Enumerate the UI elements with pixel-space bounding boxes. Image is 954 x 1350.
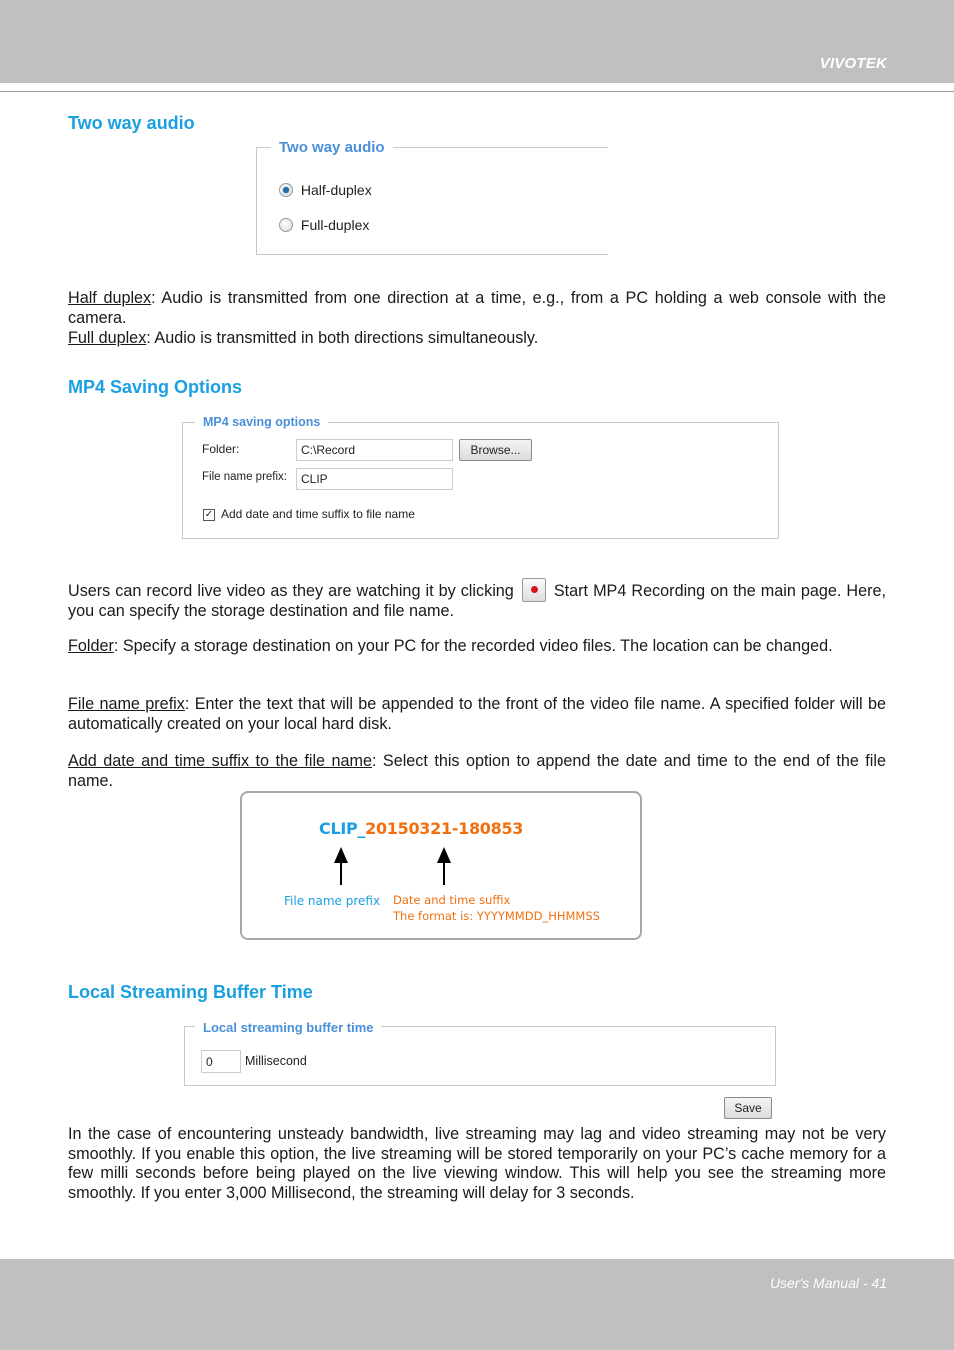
two-way-audio-panel: Two way audio Half-duplex Full-duplex [256, 139, 608, 255]
browse-button[interactable]: Browse... [459, 439, 532, 461]
definition: : Audio is transmitted in both direction… [146, 329, 539, 347]
folder-input[interactable]: C:\Record [296, 439, 453, 461]
term: File name prefix [68, 695, 185, 713]
definition: : Specify a storage destination on your … [113, 637, 833, 655]
term: Half duplex [68, 289, 152, 307]
radio-checked-icon[interactable] [279, 183, 293, 198]
term: Full duplex [68, 329, 147, 347]
section-heading-two-way-audio: Two way audio [68, 113, 195, 133]
arrow-up-icon [437, 847, 451, 885]
brand-label: VIVOTEK [819, 55, 887, 72]
buffer-desc: In the case of encountering unsteady ban… [68, 1125, 886, 1202]
buffer-time-panel: Local streaming buffer time 0 Millisecon… [184, 1020, 776, 1086]
page-number: User's Manual - 41 [769, 1275, 887, 1291]
panel-legend: MP4 saving options [195, 415, 329, 429]
mp4-intro: Users can record live video as they are … [68, 578, 886, 621]
suffix-caption: Date and time suffix [393, 893, 511, 907]
file-name-prefix-desc: File name prefix: Enter the text that wi… [68, 695, 886, 734]
filename-prefix-part: CLIP_ [319, 819, 366, 838]
filename-suffix-part: 20150321-180853 [365, 819, 524, 838]
folder-label: Folder: [202, 442, 240, 456]
panel-legend: Local streaming buffer time [195, 1020, 382, 1035]
term: Add date and time suffix to the file nam… [68, 752, 372, 770]
half-duplex-desc: Half duplex: Audio is transmitted from o… [68, 289, 886, 328]
filename-diagram: CLIP_20150321-180853 File name prefix Da… [240, 791, 642, 940]
date-time-suffix-desc: Add date and time suffix to the file nam… [68, 752, 886, 791]
full-duplex-desc: Full duplex: Audio is transmitted in bot… [68, 329, 886, 349]
folder-desc: Folder: Specify a storage destination on… [68, 637, 886, 657]
file-name-prefix-label: File name prefix: [202, 471, 288, 483]
intro-text: Users can record live video as they are … [68, 582, 514, 600]
page-footer: User's Manual - 41 [0, 1259, 954, 1350]
page-header: VIVOTEK [0, 0, 954, 83]
term: Folder [68, 637, 114, 655]
millisecond-unit-label: Millisecond [245, 1054, 307, 1068]
buffer-time-input[interactable]: 0 [201, 1050, 241, 1073]
format-caption: The format is: YYYYMMDD_HHMMSS [393, 909, 600, 923]
definition: : Audio is transmitted from one directio… [68, 289, 886, 327]
panel-legend: Two way audio [271, 139, 393, 156]
prefix-caption: File name prefix [284, 894, 381, 908]
radio-unchecked-icon[interactable] [279, 218, 293, 233]
radio-half-duplex[interactable]: Half-duplex [279, 181, 372, 198]
radio-label: Half-duplex [300, 182, 372, 199]
header-divider [0, 91, 954, 92]
definition: : Enter the text that will be appended t… [68, 695, 887, 733]
date-time-suffix-checkbox[interactable]: ✓ [203, 509, 215, 521]
save-button[interactable]: Save [724, 1097, 772, 1119]
record-icon [521, 578, 546, 602]
mp4-saving-panel: MP4 saving options Folder: C:\Record Bro… [182, 415, 779, 539]
date-time-suffix-label: Add date and time suffix to file name [221, 507, 415, 521]
file-name-prefix-input[interactable]: CLIP [296, 468, 453, 490]
arrow-up-icon [334, 847, 348, 885]
section-heading-mp4: MP4 Saving Options [68, 377, 243, 397]
example-filename: CLIP_20150321-180853 [319, 819, 523, 838]
section-heading-buffer: Local Streaming Buffer Time [68, 982, 313, 1002]
radio-full-duplex[interactable]: Full-duplex [279, 216, 369, 233]
radio-label: Full-duplex [300, 217, 370, 234]
